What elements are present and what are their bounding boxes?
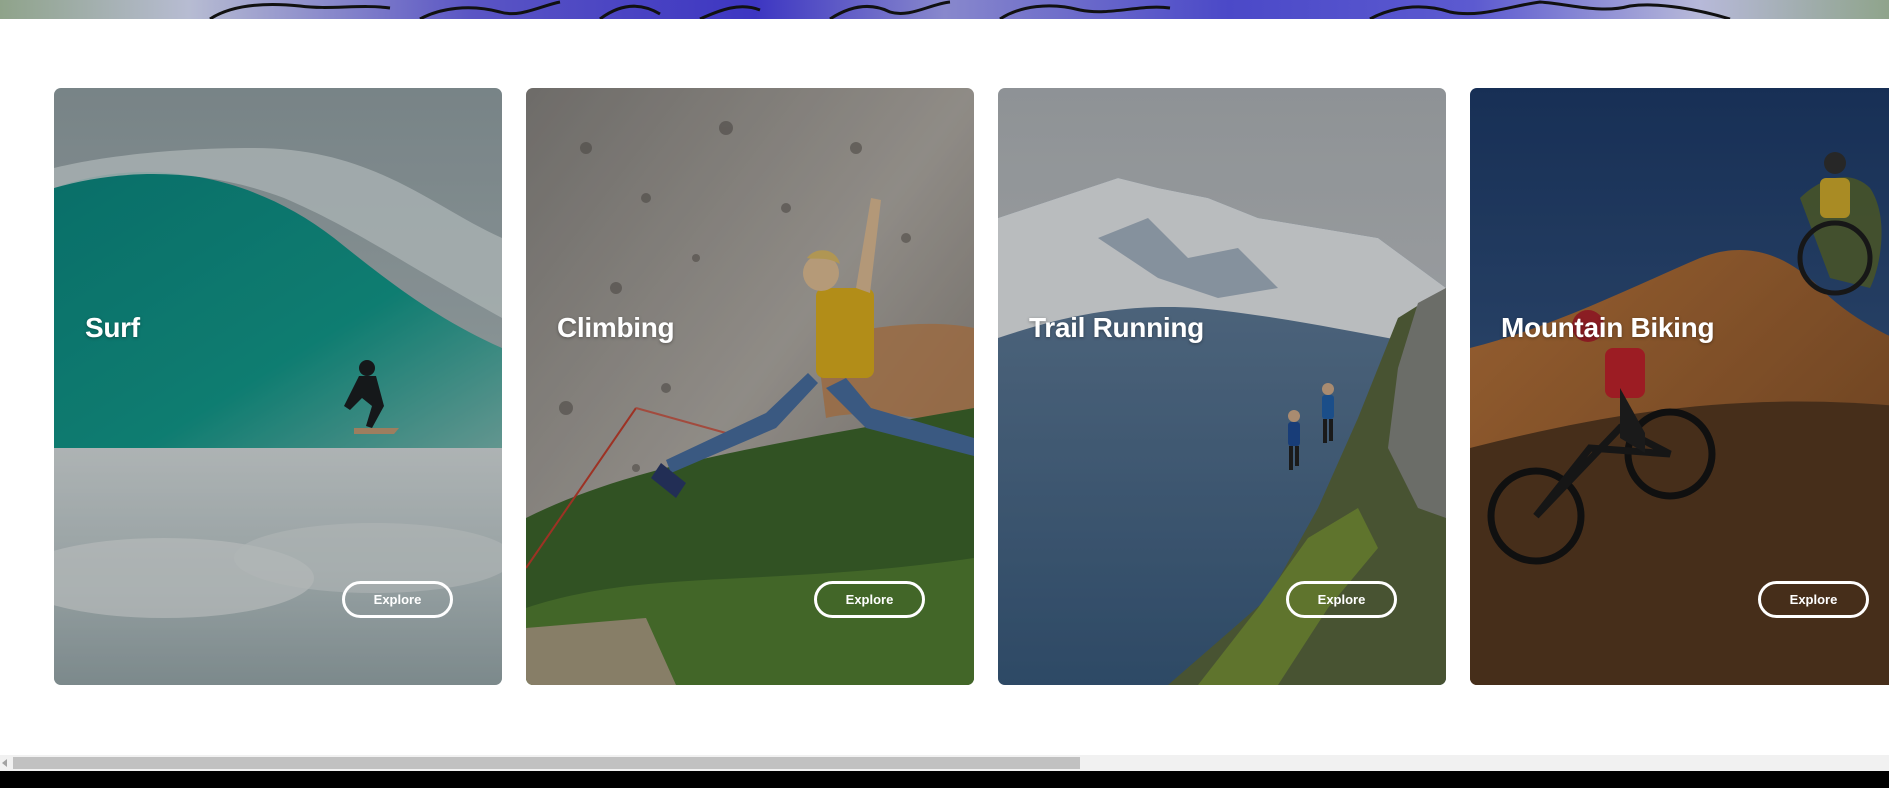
scroll-left-arrow-icon[interactable] <box>2 759 7 767</box>
decorative-banner <box>0 0 1889 19</box>
horizontal-scrollbar[interactable] <box>0 755 1889 771</box>
card-title: Mountain Biking <box>1501 312 1715 343</box>
card-title: Trail Running <box>1029 312 1204 343</box>
explore-button[interactable]: Explore <box>342 581 453 618</box>
scrollbar-thumb[interactable] <box>13 757 1080 769</box>
activity-card-surf[interactable]: Surf Explore <box>54 88 502 685</box>
bottom-black-bar <box>0 771 1889 788</box>
explore-button[interactable]: Explore <box>1758 581 1869 618</box>
explore-button[interactable]: Explore <box>1286 581 1397 618</box>
activity-card-trail-running[interactable]: Trail Running Explore <box>998 88 1446 685</box>
card-title: Climbing <box>557 312 675 343</box>
activity-card-climbing[interactable]: Climbing Explore <box>526 88 974 685</box>
explore-button[interactable]: Explore <box>814 581 925 618</box>
card-title: Surf <box>85 312 140 343</box>
activity-card-mountain-biking[interactable]: Mountain Biking Explore <box>1470 88 1889 685</box>
